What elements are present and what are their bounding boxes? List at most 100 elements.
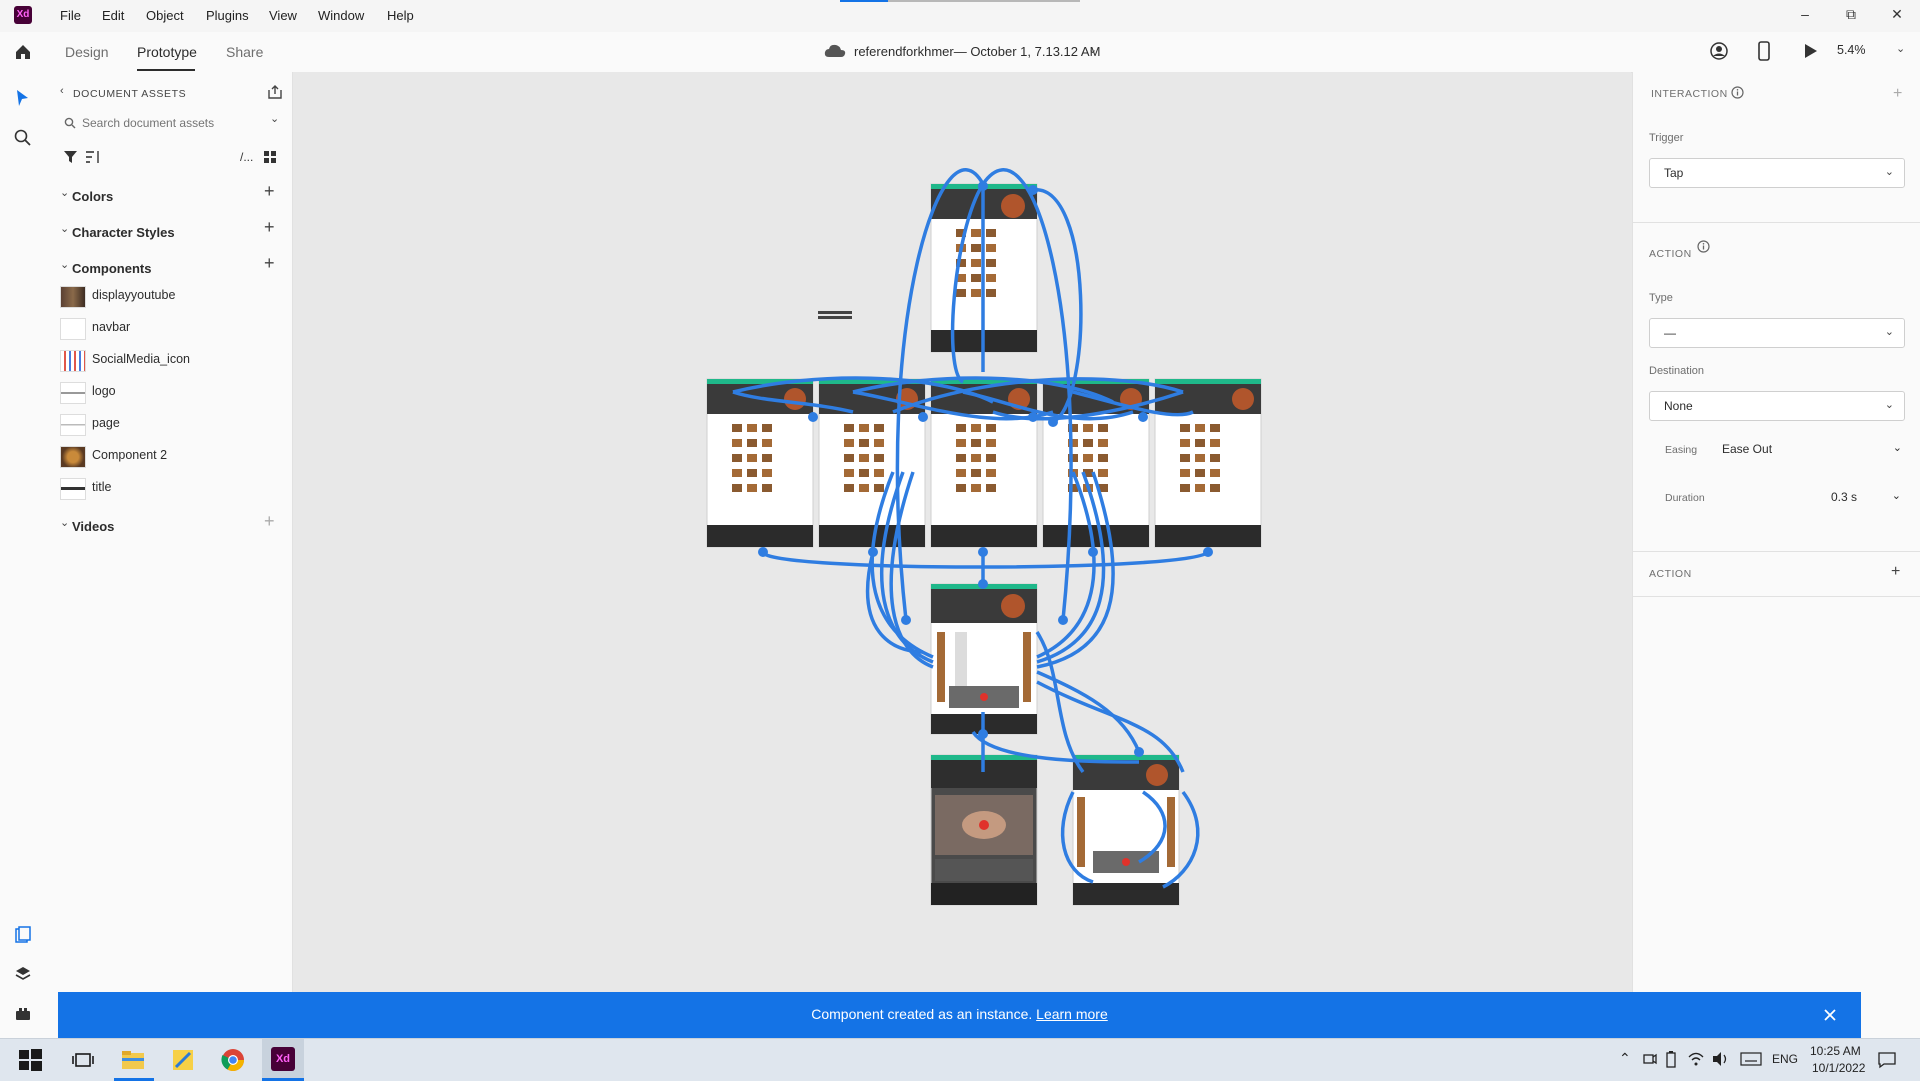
info-icon[interactable] bbox=[1697, 240, 1710, 253]
destination-dropdown[interactable]: None ⌄ bbox=[1649, 391, 1905, 421]
back-chevron-icon[interactable]: ‹ bbox=[60, 85, 64, 97]
chevron-down-icon: ⌄ bbox=[1892, 442, 1902, 454]
components-caret-icon[interactable]: ⌄ bbox=[60, 258, 69, 271]
sort-icon[interactable] bbox=[86, 151, 102, 163]
learn-more-link[interactable]: Learn more bbox=[1036, 1006, 1108, 1022]
add-interaction-button[interactable]: + bbox=[1893, 85, 1902, 103]
component-thumbnail bbox=[60, 350, 86, 372]
wifi-icon[interactable] bbox=[1688, 1051, 1704, 1067]
component-item[interactable]: logo bbox=[60, 379, 280, 405]
components-section[interactable]: Components bbox=[72, 261, 151, 276]
meet-now-icon[interactable] bbox=[1643, 1051, 1657, 1067]
path-view-label[interactable]: /... bbox=[240, 150, 253, 164]
videos-caret-icon[interactable]: ⌄ bbox=[60, 516, 69, 529]
videos-section[interactable]: Videos bbox=[72, 519, 114, 534]
export-icon[interactable] bbox=[267, 84, 283, 100]
interaction-header: INTERACTION bbox=[1651, 88, 1728, 100]
document-title[interactable]: referendforkhmer— October 1, 7.13.12 AM bbox=[854, 44, 1100, 59]
design-canvas[interactable] bbox=[293, 72, 1631, 1038]
plugins-icon[interactable] bbox=[15, 1007, 31, 1021]
toast-message-row: Component created as an instance. Learn … bbox=[58, 1006, 1861, 1022]
keyboard-icon[interactable] bbox=[1740, 1052, 1762, 1066]
component-item[interactable]: SocialMedia_icon bbox=[60, 347, 280, 373]
xd-taskbar-button[interactable]: Xd bbox=[262, 1039, 304, 1081]
tab-prototype[interactable]: Prototype bbox=[137, 44, 197, 60]
battery-icon[interactable] bbox=[1666, 1050, 1676, 1068]
prototype-flow-diagram bbox=[706, 168, 1262, 906]
menu-edit[interactable]: Edit bbox=[102, 8, 124, 23]
chrome-icon[interactable] bbox=[220, 1047, 246, 1073]
divider bbox=[1633, 551, 1920, 552]
notification-center-icon[interactable] bbox=[1878, 1051, 1896, 1069]
character-styles-section[interactable]: Character Styles bbox=[72, 225, 175, 240]
play-icon[interactable] bbox=[1804, 43, 1818, 59]
zoom-level[interactable]: 5.4% bbox=[1837, 43, 1866, 57]
artboard bbox=[930, 583, 1038, 735]
colors-caret-icon[interactable]: ⌄ bbox=[60, 186, 69, 199]
user-icon[interactable] bbox=[1710, 42, 1728, 60]
menu-view[interactable]: View bbox=[269, 8, 297, 23]
clock-time[interactable]: 10:25 AM bbox=[1810, 1044, 1861, 1058]
component-item[interactable]: title bbox=[60, 475, 280, 501]
component-thumbnail bbox=[60, 414, 86, 436]
tab-design[interactable]: Design bbox=[65, 44, 109, 60]
select-tool-icon[interactable] bbox=[15, 89, 29, 107]
restore-icon[interactable]: ⧉ bbox=[1828, 6, 1874, 28]
trigger-dropdown[interactable]: Tap ⌄ bbox=[1649, 158, 1905, 188]
menu-object[interactable]: Object bbox=[146, 8, 184, 23]
search-assets-input[interactable] bbox=[80, 112, 254, 134]
add-video-button[interactable]: + bbox=[264, 512, 275, 530]
menu-help[interactable]: Help bbox=[387, 8, 414, 23]
component-item[interactable]: page bbox=[60, 411, 280, 437]
menu-window[interactable]: Window bbox=[318, 8, 364, 23]
zoom-chevron-icon[interactable]: ⌄ bbox=[1896, 42, 1905, 55]
component-name: displayyoutube bbox=[92, 288, 176, 302]
close-window-icon[interactable]: ✕ bbox=[1874, 6, 1920, 28]
duration-dropdown[interactable]: 0.3 s ⌄ bbox=[1831, 490, 1901, 514]
easing-dropdown[interactable]: Ease Out ⌄ bbox=[1722, 442, 1902, 466]
sticky-notes-icon[interactable] bbox=[170, 1047, 196, 1073]
windows-start-icon[interactable] bbox=[17, 1047, 43, 1073]
add-component-button[interactable]: + bbox=[264, 254, 275, 272]
show-hidden-icons-chevron-icon[interactable]: ⌃ bbox=[1619, 1050, 1631, 1067]
menu-plugins[interactable]: Plugins bbox=[206, 8, 249, 23]
close-icon[interactable] bbox=[1824, 1009, 1836, 1021]
component-item[interactable]: Component 2 bbox=[60, 443, 280, 469]
info-icon[interactable] bbox=[1731, 86, 1744, 99]
component-item[interactable]: displayyoutube bbox=[60, 283, 280, 309]
assets-header: DOCUMENT ASSETS bbox=[73, 88, 187, 100]
file-explorer-icon[interactable] bbox=[120, 1047, 146, 1073]
type-dropdown[interactable]: — ⌄ bbox=[1649, 318, 1905, 348]
cloud-icon bbox=[824, 44, 846, 57]
component-item[interactable]: navbar bbox=[60, 315, 280, 341]
character-styles-caret-icon[interactable]: ⌄ bbox=[60, 222, 69, 235]
layers-icon[interactable] bbox=[15, 966, 31, 982]
assets-panel-icon[interactable] bbox=[15, 926, 31, 944]
language-indicator[interactable]: ENG bbox=[1772, 1052, 1798, 1066]
grid-view-icon[interactable] bbox=[264, 151, 276, 163]
tab-share[interactable]: Share bbox=[226, 44, 263, 60]
zoom-tool-icon[interactable] bbox=[14, 129, 32, 147]
volume-icon[interactable] bbox=[1712, 1051, 1730, 1067]
component-thumbnail bbox=[60, 446, 86, 468]
add-character-style-button[interactable]: + bbox=[264, 218, 275, 236]
chevron-down-icon: ⌄ bbox=[1884, 399, 1894, 411]
add-color-button[interactable]: + bbox=[264, 182, 275, 200]
home-icon[interactable] bbox=[14, 43, 32, 61]
filter-icon[interactable] bbox=[64, 151, 77, 163]
menu-file[interactable]: File bbox=[60, 8, 81, 23]
search-icon bbox=[64, 117, 76, 129]
action-secondary-header: ACTION bbox=[1649, 568, 1692, 580]
destination-value: None bbox=[1664, 399, 1693, 413]
add-action-button[interactable]: + bbox=[1891, 563, 1900, 581]
colors-section[interactable]: Colors bbox=[72, 189, 113, 204]
device-preview-icon[interactable] bbox=[1758, 41, 1770, 61]
search-options-chevron-icon[interactable]: ⌄ bbox=[270, 112, 279, 125]
task-view-icon[interactable] bbox=[70, 1047, 96, 1073]
minimize-icon[interactable]: – bbox=[1782, 6, 1828, 28]
clock-date[interactable]: 10/1/2022 bbox=[1812, 1061, 1865, 1075]
xd-logo: Xd bbox=[14, 6, 32, 24]
component-name: SocialMedia_icon bbox=[92, 352, 190, 366]
toast-message: Component created as an instance. bbox=[811, 1006, 1033, 1022]
chevron-down-icon[interactable]: ⌄ bbox=[1088, 43, 1097, 56]
